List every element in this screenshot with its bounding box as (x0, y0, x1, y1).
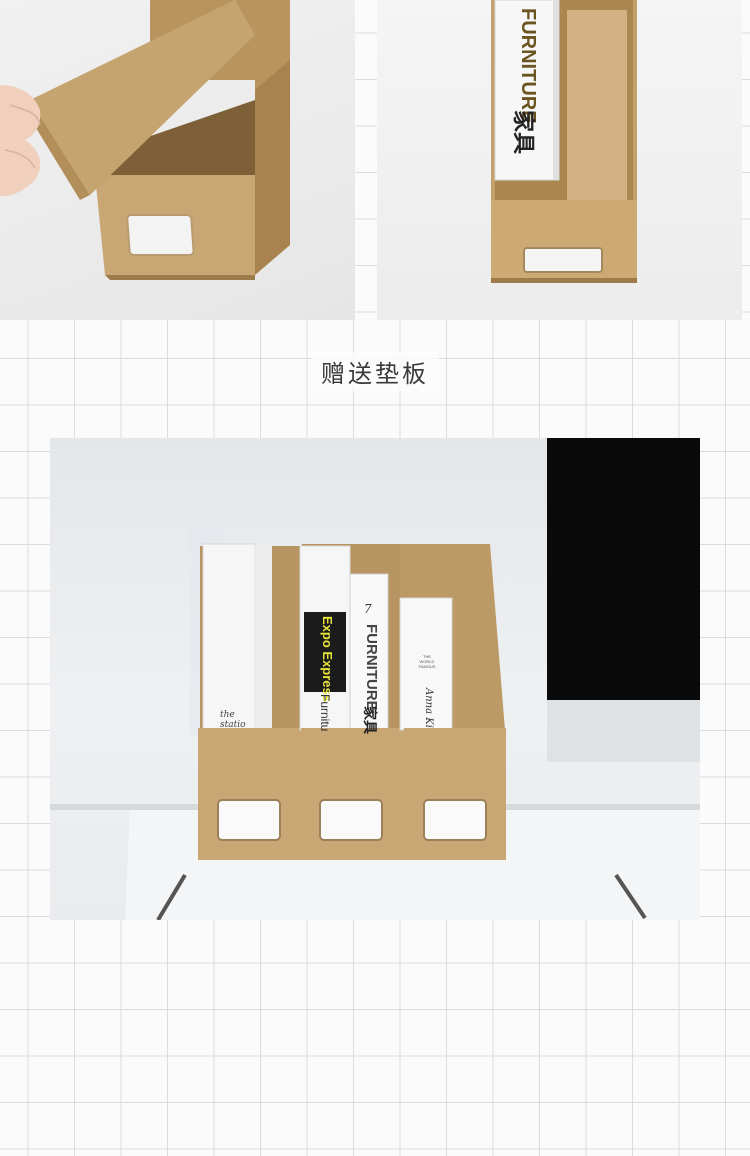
monitor (547, 438, 700, 700)
book4-small-line3: FAMOUS (418, 664, 436, 669)
kraft-box-illustration (0, 0, 290, 280)
caption-row: 赠送垫板 (0, 352, 750, 391)
book1-line1: the (220, 710, 235, 720)
photo-three-file-boxes: the statio Expo Express Furnitu 7 FURNIT… (50, 438, 700, 920)
photo-box-flap-open (0, 0, 355, 320)
book3-spine-title: FURNITURE (363, 624, 380, 711)
section-caption: 赠送垫板 (311, 352, 439, 391)
book1-spine: the statio (220, 710, 246, 730)
book3-spine-cjk: 家具 (362, 706, 378, 734)
book2-spine-title: Expo Express (320, 616, 335, 702)
book-spine-title: FURNITURE (517, 8, 539, 124)
book4-small-text: THE WORLD FAMOUS (412, 654, 442, 669)
book3-number: 7 (364, 602, 372, 616)
book4-spine-script: Anna Ki (423, 688, 434, 728)
book1-line2: statio (220, 720, 246, 730)
kraft-box-with-book-illustration (491, 0, 637, 283)
photo-box-with-book: FURNITURE 家具 (377, 0, 742, 320)
book2-spine-sub: Furnitu (318, 694, 332, 732)
book-spine-cjk: 家具 (511, 110, 536, 155)
